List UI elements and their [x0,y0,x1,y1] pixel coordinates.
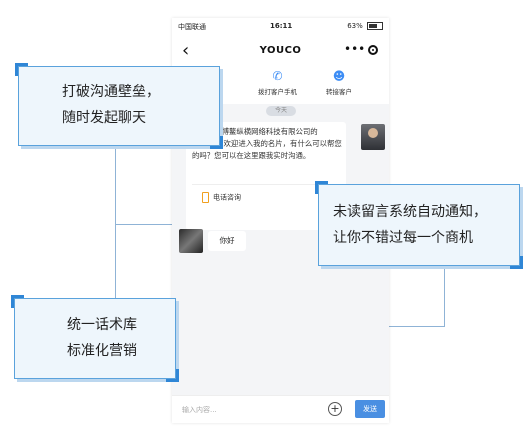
connector-line [115,144,116,298]
corner-mark [510,256,523,269]
corner-mark [11,295,24,308]
carrier-label: 中国联通 [178,23,206,31]
input-bar: 输入内容... + 发送 [172,395,389,423]
status-bar: 中国联通 16:11 63% [172,18,389,36]
target-icon[interactable] [368,45,378,55]
callout-unread-notification: 未读留言系统自动通知， 让你不错过每一个商机 [315,181,523,269]
phone-consult-label: 电话咨询 [213,193,241,202]
action-label: 转接客户 [326,88,352,96]
phone-consult-button[interactable]: 电话咨询 [202,192,241,203]
callout-line: 打破沟通壁垒， [62,84,160,100]
callout-unified-scripts: 统一话术库 标准化营销 [11,295,179,382]
nav-bar: ‹ YOUCO ••• [172,36,389,67]
message-input[interactable]: 输入内容... [182,405,217,415]
corner-mark [210,136,223,149]
phone-icon: ✆ [272,69,283,83]
user-message-bubble: 你好 [208,231,246,251]
connector-line [115,224,175,225]
connector-line [389,326,445,327]
callout-text: 未读留言系统自动通知， 让你不错过每一个商机 [333,199,487,251]
action-label: 拨打客户手机 [258,88,297,96]
clock: 16:11 [270,22,293,30]
battery-percent: 63% [347,22,363,30]
plus-icon[interactable]: + [328,402,342,416]
battery-indicator: 63% [347,22,383,30]
callout-line: 让你不错过每一个商机 [333,230,473,246]
corner-mark [166,369,179,382]
user-avatar [179,229,203,253]
battery-icon [367,22,383,30]
callout-text: 统一话术库 标准化营销 [67,312,137,364]
callout-chat-anytime: 打破沟通壁垒， 随时发起聊天 [15,63,223,149]
corner-mark [315,181,328,194]
callout-line: 标准化营销 [67,343,137,359]
send-button[interactable]: 发送 [355,400,385,418]
mobile-phone-icon [202,192,209,203]
agent-avatar [361,124,385,150]
callout-line: 统一话术库 [67,317,137,333]
transfer-user-icon: ☻ [332,69,346,83]
action-call-customer[interactable]: ✆ 拨打客户手机 [258,69,297,96]
corner-mark [15,63,28,76]
action-transfer-customer[interactable]: ☻ 转接客户 [326,69,352,96]
connector-line [444,264,445,326]
callout-text: 打破沟通壁垒， 随时发起聊天 [62,79,160,131]
callout-line: 未读留言系统自动通知， [333,204,487,220]
date-chip: 今天 [266,106,296,116]
callout-line: 随时发起聊天 [62,110,146,126]
more-dots-icon[interactable]: ••• [344,42,365,56]
